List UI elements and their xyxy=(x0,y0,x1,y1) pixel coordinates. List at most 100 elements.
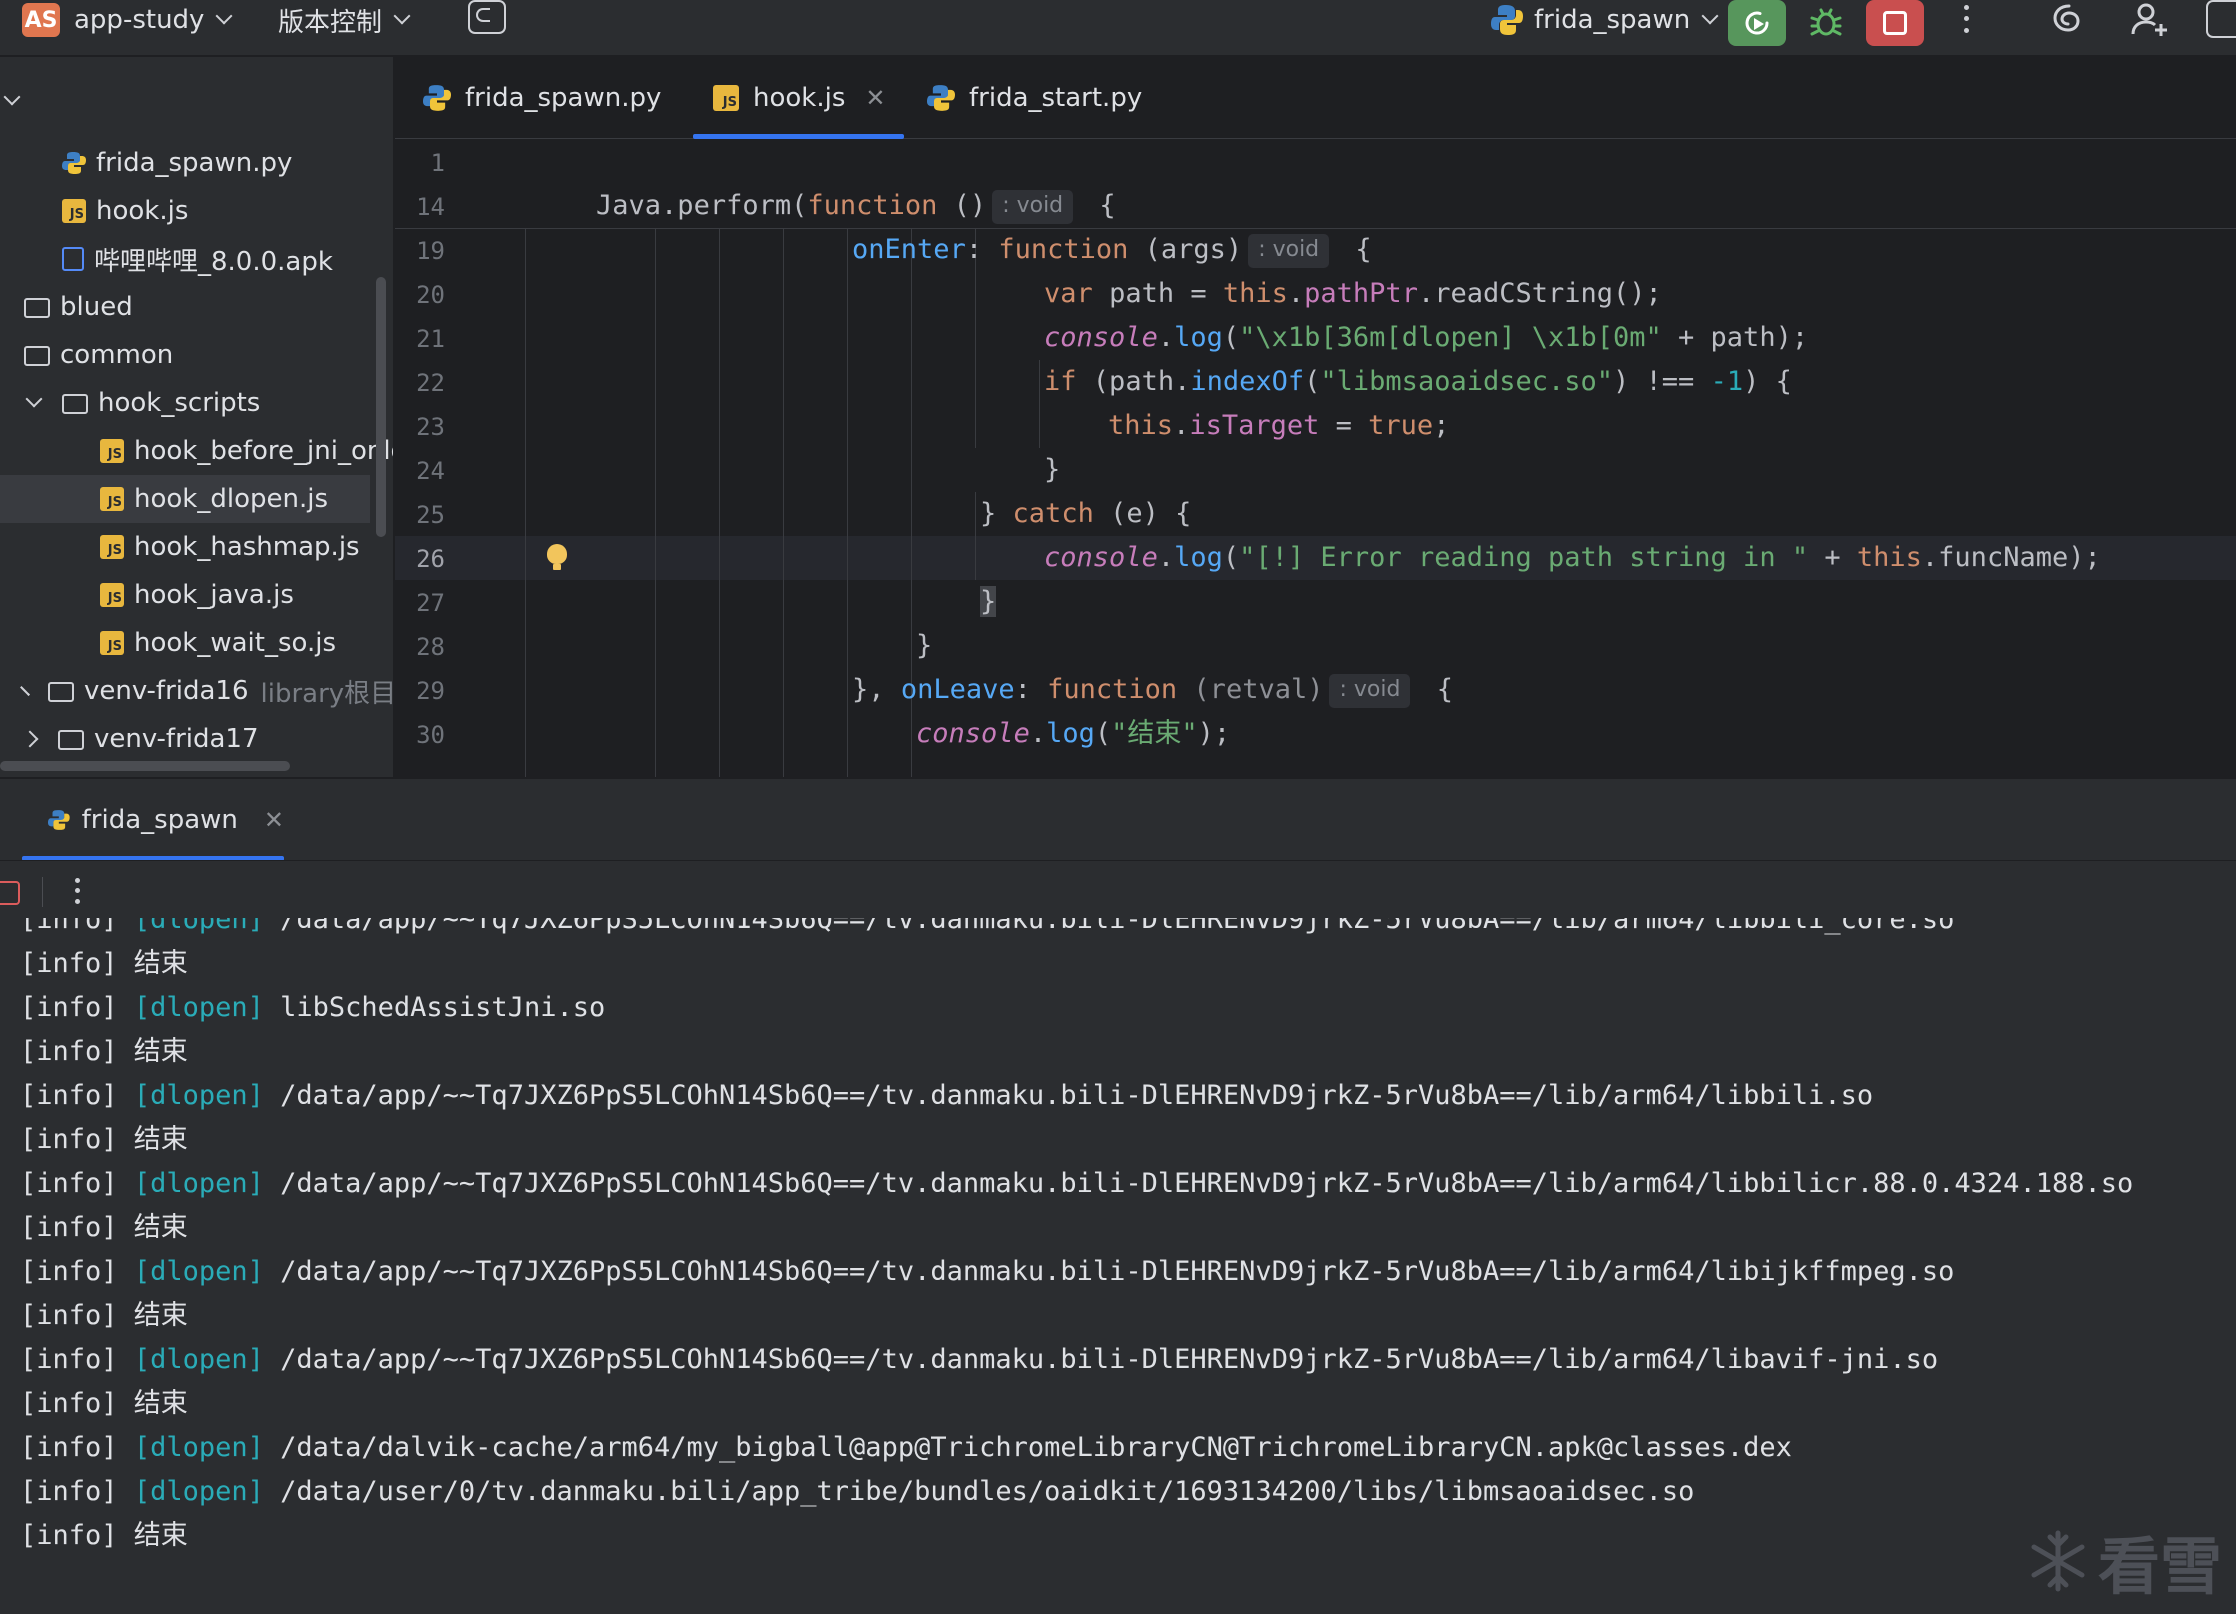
tree-item-hook-scripts[interactable]: hook_scripts xyxy=(0,379,393,427)
line-number: 30 xyxy=(416,721,445,749)
python-icon xyxy=(1491,5,1523,35)
collapse-chevron-icon[interactable] xyxy=(3,88,21,106)
tree-item-hook-hashmap[interactable]: JS hook_hashmap.js xyxy=(0,523,393,571)
console-line: [info] 结束 xyxy=(20,1388,188,1419)
console-line: [info] 结束 xyxy=(20,1212,188,1243)
line-number: 27 xyxy=(416,589,445,617)
python-icon xyxy=(48,810,70,830)
project-badge[interactable]: AS xyxy=(22,3,60,37)
plugin-icon[interactable] xyxy=(2206,0,2236,38)
add-user-icon[interactable] xyxy=(2130,0,2170,40)
tree-item-hint: library根目录 xyxy=(260,678,394,709)
console-line: [info] [dlopen] /data/user/0/tv.danmaku.… xyxy=(20,1476,1695,1507)
terminal-icon[interactable] xyxy=(468,0,506,34)
code-line-24: } catch (e) { xyxy=(980,498,1192,529)
tree-item-blued[interactable]: blued xyxy=(0,283,393,331)
folder-icon xyxy=(48,682,74,702)
stop-icon[interactable] xyxy=(0,881,20,905)
title-bar: AS app-study 版本控制 frida_spawn xyxy=(0,0,2236,56)
tab-frida-spawn-py[interactable]: frida_spawn.py xyxy=(423,57,661,139)
line-number: 19 xyxy=(416,237,445,265)
debug-icon[interactable] xyxy=(1808,4,1844,40)
tree-item-label: venv-frida16 xyxy=(84,676,249,706)
js-icon: JS xyxy=(62,199,86,223)
vertical-scrollbar[interactable] xyxy=(376,277,386,537)
ai-assistant-icon[interactable] xyxy=(2050,0,2088,38)
console-line: [info] 结束 xyxy=(20,948,188,979)
line-number: 22 xyxy=(416,369,445,397)
editor-tab-bar: frida_spawn.py JS hook.js ✕ frida_start.… xyxy=(395,57,2236,139)
tree-item-hook-wait-so[interactable]: JS hook_wait_so.js xyxy=(0,619,393,667)
tab-hook-js[interactable]: JS hook.js ✕ xyxy=(693,57,904,139)
js-icon: JS xyxy=(100,487,124,511)
tab-frida-start-py[interactable]: frida_start.py xyxy=(927,57,1142,139)
run-tool-window-header: frida_spawn ✕ xyxy=(0,778,2236,861)
code-line-19: var path = this.pathPtr.readCString(); xyxy=(1044,278,1662,309)
chevron-down-icon xyxy=(215,7,233,25)
python-icon xyxy=(423,85,451,111)
stop-button[interactable] xyxy=(1866,0,1924,46)
js-icon: JS xyxy=(713,85,739,111)
code-line-21: if (path.indexOf("libmsaoaidsec.so") !==… xyxy=(1044,366,1792,397)
tree-item-label: frida_spawn.py xyxy=(96,148,293,178)
js-icon: JS xyxy=(100,535,124,559)
watermark-text: 看雪 xyxy=(2098,1530,2223,1603)
run-config-selector[interactable]: frida_spawn xyxy=(1490,0,1719,48)
chevron-down-icon xyxy=(393,7,411,25)
folder-icon xyxy=(24,298,50,318)
close-icon[interactable]: ✕ xyxy=(865,84,885,112)
code-line-26: } xyxy=(980,586,997,617)
code-line-29: console.log("结束"); xyxy=(916,718,1231,749)
more-actions-icon[interactable] xyxy=(1960,2,1972,36)
tree-item-hook-dlopen[interactable]: JS hook_dlopen.js xyxy=(0,475,370,523)
project-tree: frida_spawn.py JS hook.js 哔哩哔哩_8.0.0.apk… xyxy=(0,57,394,777)
run-console[interactable]: [info] [dlopen] /data/app/~~Tq7JXZ6PpS5L… xyxy=(0,918,2236,1614)
tree-item-hook-before-jni-onload[interactable]: JS hook_before_jni_onload.js xyxy=(0,427,393,475)
js-icon: JS xyxy=(100,439,124,463)
project-name: app-study xyxy=(74,5,205,35)
rerun-button[interactable] xyxy=(1728,0,1786,46)
tree-item-apk[interactable]: 哔哩哔哩_8.0.0.apk xyxy=(0,235,393,283)
toolbar-divider xyxy=(42,877,43,907)
line-number: 24 xyxy=(416,457,445,485)
tab-label: frida_start.py xyxy=(969,83,1143,113)
tree-item-label: hook_scripts xyxy=(98,388,261,418)
js-icon: JS xyxy=(100,583,124,607)
tree-item-label: hook_before_jni_onload.js xyxy=(134,436,393,466)
tree-item-label: hook_hashmap.js xyxy=(134,532,360,562)
tree-item-hook-java[interactable]: JS hook_java.js xyxy=(0,571,393,619)
project-switcher[interactable]: app-study xyxy=(74,0,233,48)
chevron-right-icon[interactable] xyxy=(20,686,30,696)
console-line: [info] [dlopen] /data/app/~~Tq7JXZ6PpS5L… xyxy=(20,1168,2134,1199)
chevron-right-icon[interactable] xyxy=(21,730,39,748)
more-actions-icon[interactable] xyxy=(72,875,82,907)
run-tab-frida-spawn[interactable]: frida_spawn ✕ xyxy=(22,779,284,861)
tree-item-frida-spawn-py[interactable]: frida_spawn.py xyxy=(0,139,393,187)
code-line-22: this.isTarget = true; xyxy=(1108,410,1450,441)
chevron-down-icon[interactable] xyxy=(25,390,43,408)
code-editor[interactable]: 1 14 19 20 21 22 23 24 25 26 27 28 29 30… xyxy=(395,140,2236,777)
code-line-14: onEnter: function (args): void { xyxy=(787,184,1372,268)
horizontal-scrollbar[interactable] xyxy=(0,761,290,771)
close-icon[interactable]: ✕ xyxy=(264,806,284,834)
folder-icon xyxy=(24,346,50,366)
line-number: 26 xyxy=(416,545,445,573)
tab-label: frida_spawn.py xyxy=(465,83,662,113)
code-line-25: console.log("[!] Error reading path stri… xyxy=(1044,542,2101,573)
lightbulb-icon[interactable] xyxy=(547,544,567,570)
console-line: [info] [dlopen] /data/dalvik-cache/arm64… xyxy=(20,1432,1792,1463)
apk-file-icon xyxy=(62,247,84,271)
chevron-down-icon xyxy=(1701,7,1719,25)
code-line-27: } xyxy=(916,630,933,661)
run-toolbar xyxy=(0,860,2236,918)
console-line: [info] 结束 xyxy=(20,1124,188,1155)
line-number: 28 xyxy=(416,633,445,661)
tree-item-venv-frida17[interactable]: venv-frida17 xyxy=(0,715,393,763)
code-line-23: } xyxy=(1044,454,1061,485)
tree-item-hook-js[interactable]: JS hook.js xyxy=(0,187,393,235)
console-line: [info] [dlopen] /data/app/~~Tq7JXZ6PpS5L… xyxy=(20,1344,1939,1375)
tree-item-label: common xyxy=(60,340,174,370)
tree-item-common[interactable]: common xyxy=(0,331,393,379)
tree-item-venv-frida16[interactable]: venv-frida16 library根目录 xyxy=(0,667,394,715)
vcs-menu[interactable]: 版本控制 xyxy=(278,0,411,48)
